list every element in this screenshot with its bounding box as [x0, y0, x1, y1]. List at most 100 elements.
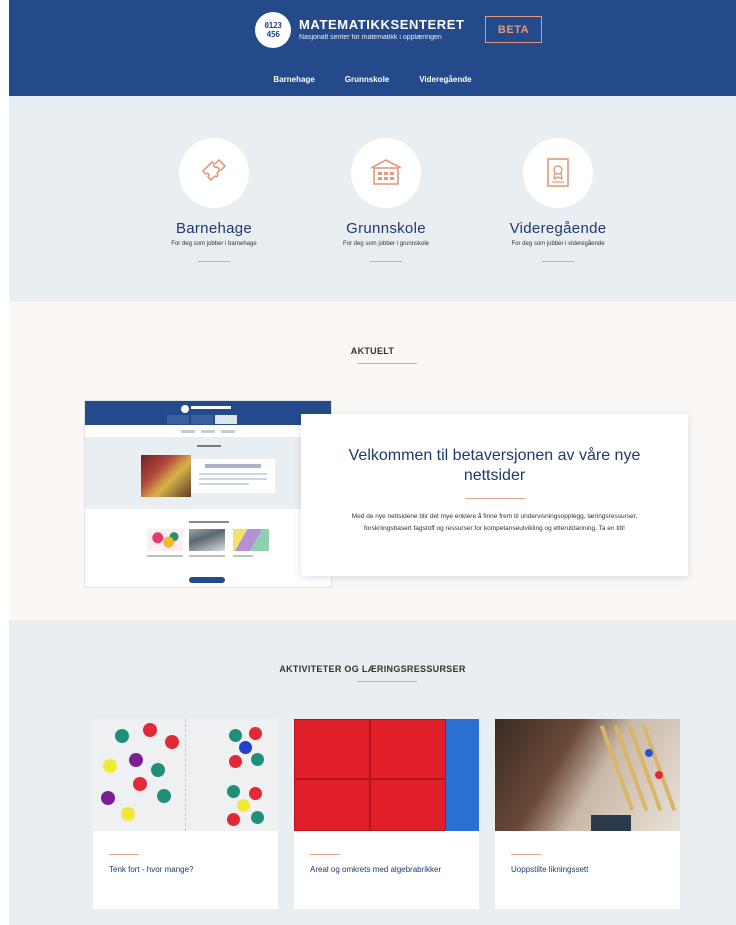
- counter-dot: [229, 755, 242, 768]
- card-divider: [310, 854, 340, 855]
- counter-dot: [103, 759, 117, 773]
- preview-photo: [141, 455, 191, 497]
- preview-subnav: [85, 425, 331, 437]
- card-divider: [109, 854, 139, 855]
- counter-dot: [239, 741, 252, 754]
- counter-dot: [115, 729, 129, 743]
- logo-icon: 0123 456: [255, 12, 291, 48]
- main-nav: Barnehage Grunnskole Videregående: [9, 75, 736, 84]
- nav-grunnskole[interactable]: Grunnskole: [345, 75, 389, 84]
- aktuelt-heading: AKTUELT: [350, 346, 395, 356]
- website-preview-image[interactable]: [84, 400, 332, 588]
- level-divider: [542, 261, 574, 262]
- counter-dot: [151, 763, 165, 777]
- welcome-divider: [464, 498, 525, 499]
- preview-thumb-caption: [233, 555, 253, 557]
- level-icon-circle: [351, 138, 421, 208]
- level-desc: For deg som jobber i videregående: [511, 241, 605, 247]
- level-section: Barnehage For deg som jobber i barnehage…: [9, 96, 736, 302]
- counter-dot: [249, 787, 262, 800]
- counter-dot: [251, 811, 264, 824]
- counter-dot: [237, 799, 250, 812]
- counter-dot: [655, 771, 663, 779]
- counter-dot: [251, 753, 264, 766]
- preview-row-label: [189, 521, 229, 523]
- algebra-tile-blue: [446, 719, 479, 831]
- certificate-icon: [547, 158, 569, 187]
- preview-tab: [215, 415, 237, 424]
- school-building-icon: [370, 159, 402, 185]
- site-header: 0123 456 MATEMATIKKSENTERET Nasjonalt se…: [9, 0, 736, 96]
- preview-tabs: [167, 415, 237, 424]
- counter-dot: [143, 723, 157, 737]
- preview-thumb-caption: [147, 555, 183, 557]
- level-divider: [198, 261, 230, 262]
- watch: [591, 815, 631, 831]
- counter-dot: [129, 753, 143, 767]
- activity-card[interactable]: Areal og omkrets med algebrabrikker: [294, 719, 479, 909]
- brand-text: MATEMATIKKSENTERET Nasjonalt senter for …: [299, 17, 465, 43]
- activities-section: AKTIVITETER OG LÆRINGSRESSURSER Tenk for…: [9, 620, 736, 925]
- preview-thumb: [147, 529, 183, 551]
- level-title: Videregående: [509, 220, 607, 237]
- preview-card-line: [199, 478, 267, 480]
- card-divider: [511, 854, 541, 855]
- preview-card: [191, 459, 275, 493]
- level-grunnskole[interactable]: Grunnskole For deg som jobber i grunnsko…: [311, 138, 461, 262]
- preview-header: [85, 401, 331, 425]
- card-title: Areal og omkrets med algebrabrikker: [310, 865, 442, 874]
- algebra-tile: [370, 719, 446, 779]
- level-title: Barnehage: [175, 220, 253, 237]
- counter-dot: [249, 727, 262, 740]
- counter-dot: [121, 807, 135, 821]
- card-title: Uoppstilte likningssett: [511, 865, 589, 874]
- preview-band-label: [197, 445, 221, 447]
- level-desc: For deg som jobber i grunnskole: [342, 241, 430, 247]
- counter-dot: [133, 777, 147, 791]
- preview-thumb-caption: [189, 555, 225, 557]
- preview-band: [85, 437, 331, 509]
- activities-heading: AKTIVITETER OG LÆRINGSRESSURSER: [279, 664, 466, 674]
- aktuelt-section: AKTUELT Velkommen til betaversjonen av v…: [9, 302, 736, 620]
- welcome-text: Med de nye nettsidene blir det mye enkle…: [351, 513, 638, 532]
- level-divider: [370, 261, 402, 262]
- aktuelt-divider: [357, 363, 417, 364]
- welcome-card[interactable]: Velkommen til betaversjonen av våre nye …: [301, 414, 688, 576]
- preview-subnav-item: [201, 429, 215, 433]
- divider-line: [185, 719, 186, 831]
- preview-card-line: [199, 483, 249, 485]
- card-title: Tenk fort - hvor mange?: [109, 865, 194, 874]
- beta-badge: BETA: [485, 16, 542, 43]
- preview-thumb: [189, 529, 225, 551]
- puzzle-icon: [202, 159, 226, 181]
- preview-subnav-item: [221, 429, 235, 433]
- welcome-title: Velkommen til betaversjonen av våre nye …: [348, 447, 641, 484]
- activity-card[interactable]: Tenk fort - hvor mange?: [93, 719, 278, 909]
- algebra-tile: [370, 779, 446, 831]
- card-image-equations: [495, 719, 680, 831]
- counter-dot: [157, 789, 171, 803]
- preview-button: [189, 577, 225, 583]
- algebra-tile: [294, 779, 370, 831]
- nav-videregaende[interactable]: Videregående: [419, 75, 471, 84]
- site-brand[interactable]: 0123 456 MATEMATIKKSENTERET Nasjonalt se…: [255, 10, 465, 50]
- site-subtitle: Nasjonalt senter for matematikk i opplær…: [299, 34, 442, 41]
- counter-dot: [165, 735, 179, 749]
- preview-title: [191, 406, 231, 409]
- counter-dot: [645, 749, 653, 757]
- preview-tab: [167, 415, 189, 424]
- nav-barnehage[interactable]: Barnehage: [273, 75, 314, 84]
- card-image-counters: [93, 719, 278, 831]
- preview-tab: [191, 415, 213, 424]
- counter-dot: [227, 813, 240, 826]
- preview-card-line: [199, 473, 267, 475]
- activities-divider: [357, 681, 417, 682]
- level-videregaende[interactable]: Videregående For deg som jobber i videre…: [483, 138, 633, 262]
- level-icon-circle: [523, 138, 593, 208]
- activity-card[interactable]: Uoppstilte likningssett: [495, 719, 680, 909]
- preview-thumb: [233, 529, 269, 551]
- site-title: MATEMATIKKSENTERET: [299, 17, 465, 32]
- level-barnehage[interactable]: Barnehage For deg som jobber i barnehage: [139, 138, 289, 262]
- counter-dot: [227, 785, 240, 798]
- preview-resources-row: [85, 521, 331, 567]
